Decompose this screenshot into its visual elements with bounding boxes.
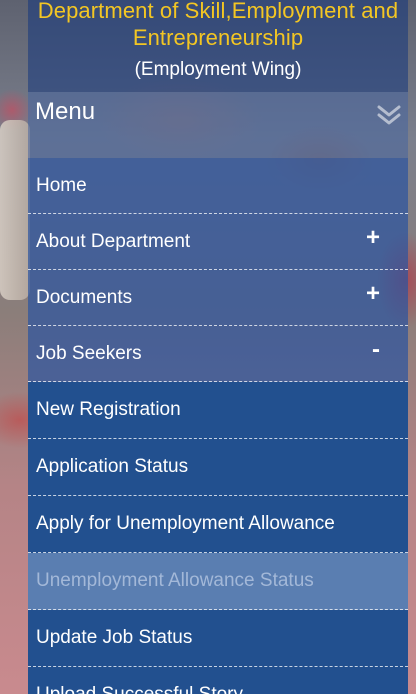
- menu-item-job-seekers[interactable]: Job Seekers -: [28, 326, 408, 382]
- submenu-item-label: Upload Successful Story: [36, 684, 243, 694]
- department-subtitle: (Employment Wing): [134, 59, 302, 80]
- submenu-item-application-status[interactable]: Application Status: [28, 439, 408, 496]
- submenu-item-unemployment-allowance-status[interactable]: Unemployment Allowance Status: [28, 553, 408, 610]
- submenu-item-label: Unemployment Allowance Status: [36, 570, 314, 591]
- menu-item-label: Documents: [36, 287, 133, 308]
- menu-item-about-department[interactable]: About Department +: [28, 214, 408, 270]
- page: Department of Skill,Employment and Entre…: [0, 0, 416, 694]
- menu-item-label: About Department: [36, 231, 191, 252]
- submenu-item-label: New Registration: [36, 399, 181, 420]
- submenu-item-upload-successful-story[interactable]: Upload Successful Story: [28, 667, 408, 694]
- menu-item-documents[interactable]: Documents +: [28, 270, 408, 326]
- site-header: Department of Skill,Employment and Entre…: [28, 0, 408, 92]
- menu-list: Home About Department + Documents + Job …: [28, 158, 408, 694]
- submenu-item-new-registration[interactable]: New Registration: [28, 382, 408, 439]
- collapse-minus-icon[interactable]: -: [372, 322, 380, 378]
- menu-title: Menu: [35, 98, 96, 125]
- menu-item-home[interactable]: Home: [28, 158, 408, 214]
- menu-bar: Menu: [28, 92, 408, 158]
- submenu-item-label: Application Status: [36, 456, 189, 477]
- expand-plus-icon[interactable]: +: [366, 210, 380, 266]
- expand-plus-icon[interactable]: +: [366, 266, 380, 322]
- menu-item-label: Job Seekers: [36, 343, 142, 364]
- submenu-item-update-job-status[interactable]: Update Job Status: [28, 610, 408, 667]
- department-title: Department of Skill,Employment and Entre…: [37, 0, 399, 50]
- submenu-item-label: Apply for Unemployment Allowance: [36, 513, 335, 534]
- submenu-item-apply-unemployment-allowance[interactable]: Apply for Unemployment Allowance: [28, 496, 408, 553]
- menu-item-label: Home: [36, 175, 87, 196]
- double-chevron-down-icon[interactable]: [376, 102, 402, 128]
- submenu-item-label: Update Job Status: [36, 627, 193, 648]
